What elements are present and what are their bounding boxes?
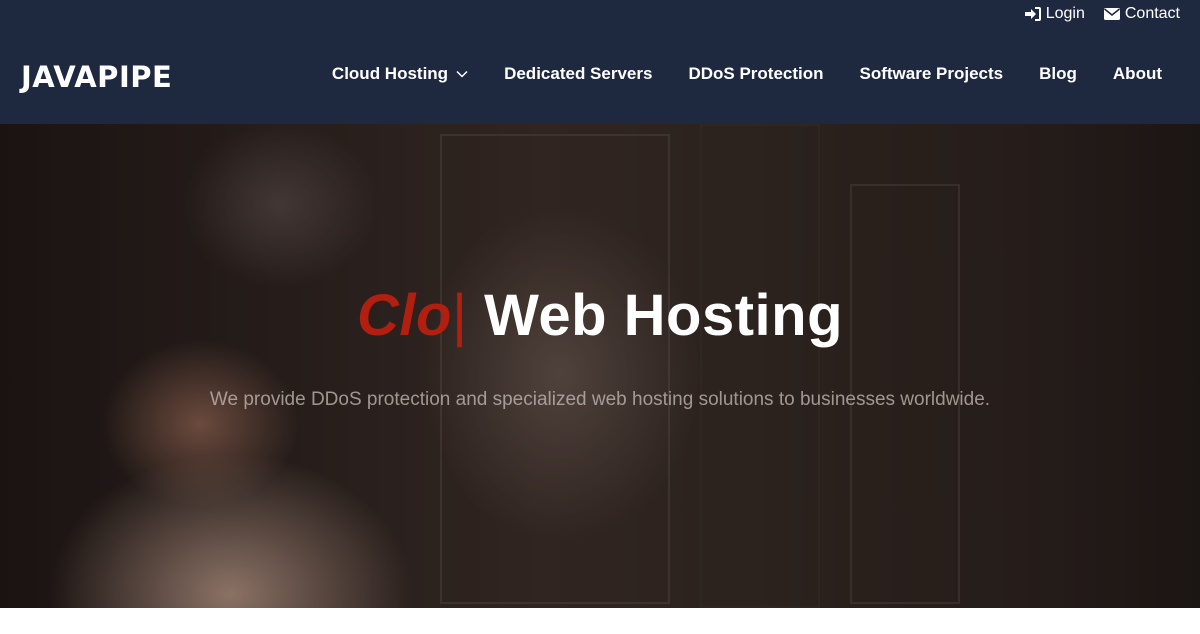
contact-link[interactable]: Contact (1103, 5, 1180, 23)
main-nav: Cloud Hosting Dedicated Servers DDoS Pro… (332, 64, 1162, 84)
top-bar: Login Contact (1024, 5, 1180, 23)
hero-headline: Clo| Web Hosting (0, 282, 1200, 349)
envelope-icon (1103, 8, 1120, 20)
hero-section: Clo| Web Hosting We provide DDoS protect… (0, 124, 1200, 608)
login-link[interactable]: Login (1024, 5, 1085, 23)
headline-static-text: Web Hosting (484, 283, 843, 348)
login-label: Login (1045, 5, 1085, 22)
typing-cursor: | (451, 283, 468, 348)
chevron-down-icon (456, 70, 468, 78)
nav-cloud-hosting-label: Cloud Hosting (331, 64, 449, 83)
javapipe-logo[interactable]: JAVAPIPE (21, 60, 172, 94)
nav-ddos-protection[interactable]: DDoS Protection (688, 64, 823, 84)
hero-subheadline: We provide DDoS protection and specializ… (209, 389, 991, 410)
nav-dedicated-servers[interactable]: Dedicated Servers (504, 64, 652, 84)
hero-overlay (0, 124, 1200, 608)
site-header: Login Contact JAVAPIPE Cloud Hosting Ded… (0, 0, 1200, 124)
sign-in-icon (1024, 7, 1041, 21)
nav-software-projects[interactable]: Software Projects (860, 64, 1004, 84)
nav-blog[interactable]: Blog (1039, 64, 1077, 84)
nav-about[interactable]: About (1113, 64, 1162, 84)
headline-typed-text: Clo (357, 283, 452, 348)
nav-cloud-hosting[interactable]: Cloud Hosting (332, 64, 468, 84)
contact-label: Contact (1124, 5, 1180, 22)
